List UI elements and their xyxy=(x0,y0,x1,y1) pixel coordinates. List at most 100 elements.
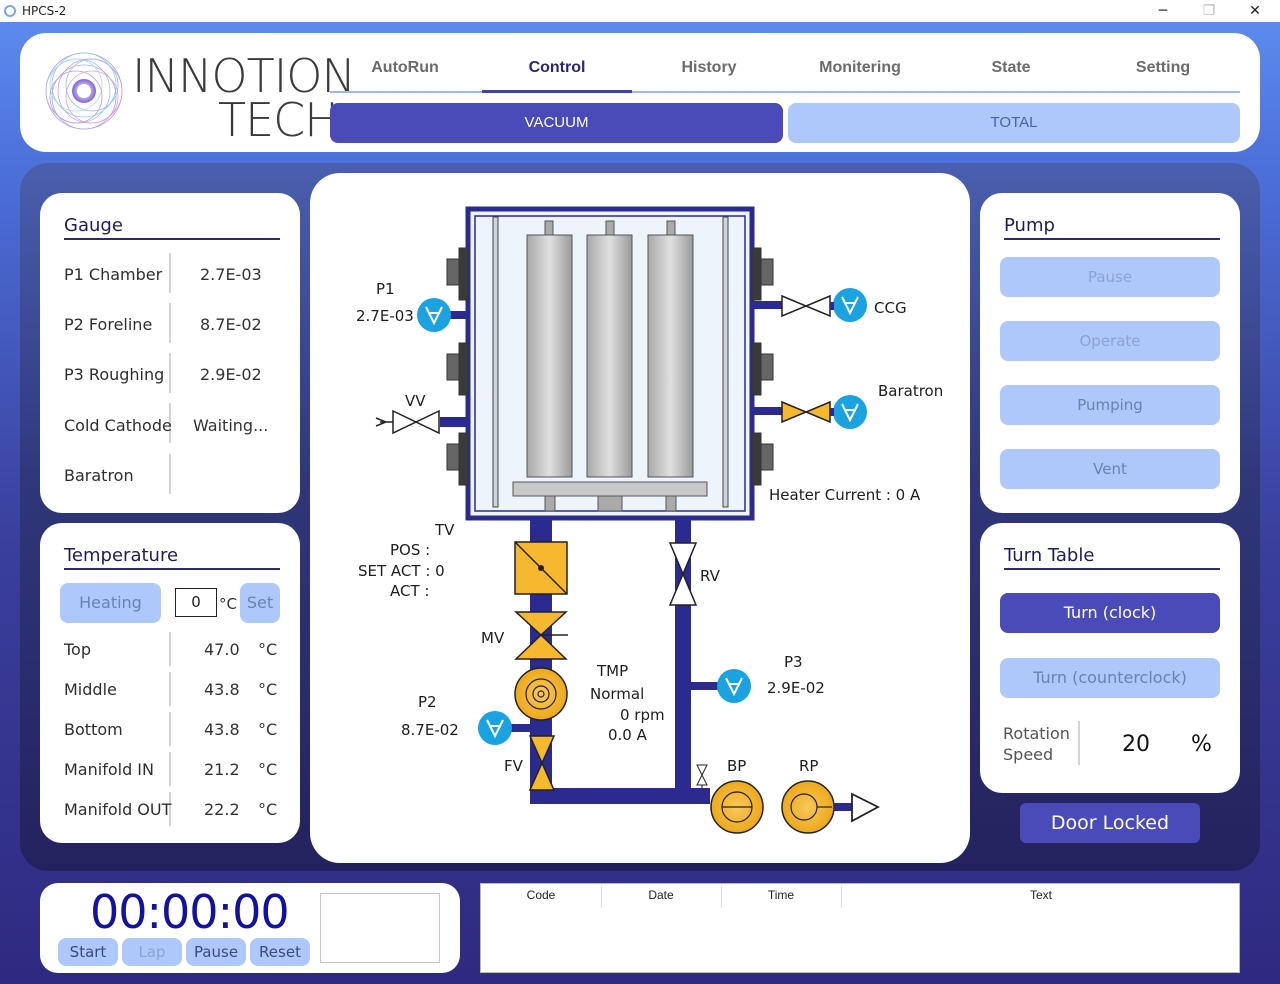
baratron-label: Baratron xyxy=(878,382,943,400)
pump-pause-button[interactable]: Pause xyxy=(1000,257,1220,297)
roughing-valve-icon[interactable] xyxy=(668,542,698,606)
main-valve-icon[interactable] xyxy=(514,611,568,660)
tab-state[interactable]: State xyxy=(936,59,1086,93)
logo-mark-icon xyxy=(45,52,123,130)
tv-pos-readout: POS : xyxy=(390,541,430,559)
tmp-rpm: 0 rpm xyxy=(620,706,665,724)
tab-monitering[interactable]: Monitering xyxy=(785,59,935,93)
gauge-divider xyxy=(169,353,171,393)
gauge-divider xyxy=(169,303,171,343)
temp-divider xyxy=(169,672,171,706)
gauge-card: Gauge P1 Chamber 2.7E-03 P2 Foreline 8.7… xyxy=(40,193,300,513)
maximize-button[interactable]: ❐ xyxy=(1186,0,1232,22)
log-column-text[interactable]: Text xyxy=(841,888,1241,902)
p1-gauge-icon[interactable] xyxy=(417,298,451,332)
p3-label: P3 xyxy=(784,653,803,671)
window-title: HPCS-2 xyxy=(22,4,67,18)
temp-value-top: 47.0 xyxy=(204,640,240,659)
tab-setting[interactable]: Setting xyxy=(1088,59,1238,93)
tab-history[interactable]: History xyxy=(634,59,784,93)
small-purge-valve-icon[interactable] xyxy=(696,764,708,790)
rv-label: RV xyxy=(700,567,721,585)
p3-gauge-icon[interactable] xyxy=(717,669,751,703)
vacuum-diagram-panel: P1 2.7E-03 CCG VV Baratron Heater Curren… xyxy=(310,173,970,863)
temp-unit-manifold-out: °C xyxy=(258,800,278,819)
log-column-code[interactable]: Code xyxy=(481,888,601,902)
rotary-pump-icon[interactable] xyxy=(781,780,835,834)
target-cylinder-1 xyxy=(526,234,573,478)
vacuum-chamber xyxy=(465,206,755,521)
company-logo: INNOTION TECH xyxy=(42,47,356,147)
timer-lap-button[interactable]: Lap xyxy=(122,938,182,966)
turn-clock-button[interactable]: Turn (clock) xyxy=(1000,593,1220,633)
p1-label: P1 xyxy=(376,280,395,298)
gauge-label-baratron: Baratron xyxy=(64,466,134,485)
gauge-value-p2: 8.7E-02 xyxy=(200,315,262,334)
turbo-pump-icon[interactable] xyxy=(514,667,568,721)
p2-gauge-icon[interactable] xyxy=(478,711,512,745)
temperature-set-button[interactable]: Set xyxy=(240,583,280,623)
temp-divider xyxy=(169,632,171,666)
turn-table-plate xyxy=(512,481,708,497)
pump-pumping-button[interactable]: Pumping xyxy=(1000,385,1220,425)
temperature-title: Temperature xyxy=(64,545,280,570)
baratron-valve-icon[interactable] xyxy=(781,400,834,424)
gauge-label-cold-cathode: Cold Cathode xyxy=(64,416,172,435)
temp-unit-manifold-in: °C xyxy=(258,760,278,779)
booster-pump-icon[interactable] xyxy=(710,780,764,834)
gauge-value-p1: 2.7E-03 xyxy=(200,265,262,284)
pump-title: Pump xyxy=(1004,215,1220,240)
pump-vent-button[interactable]: Vent xyxy=(1000,449,1220,489)
window-titlebar: HPCS-2 ─ ❐ ✕ xyxy=(0,0,1280,22)
log-column-date[interactable]: Date xyxy=(601,888,721,902)
close-button[interactable]: ✕ xyxy=(1232,0,1278,22)
tab-autorun[interactable]: AutoRun xyxy=(330,59,480,93)
turn-table-leg xyxy=(544,495,556,512)
turn-table-title: Turn Table xyxy=(1004,545,1220,570)
temp-label-top: Top xyxy=(64,640,91,659)
rotation-speed-value[interactable]: 20 xyxy=(1122,732,1150,757)
baratron-gauge-icon[interactable] xyxy=(833,395,867,429)
pipe-ccg-branch xyxy=(752,301,782,309)
throttle-valve-icon[interactable] xyxy=(514,541,568,595)
rotation-speed-unit: % xyxy=(1191,732,1212,757)
tab-control[interactable]: Control xyxy=(482,59,632,93)
subtab-vacuum[interactable]: VACUUM xyxy=(330,103,783,143)
log-column-time[interactable]: Time xyxy=(721,888,841,902)
temp-unit-bottom: °C xyxy=(258,720,278,739)
heating-button[interactable]: Heating xyxy=(60,583,161,623)
timer-pause-button[interactable]: Pause xyxy=(186,938,246,966)
vent-valve-icon[interactable] xyxy=(375,409,440,435)
temp-label-manifold-in: Manifold IN xyxy=(64,760,154,779)
minimize-button[interactable]: ─ xyxy=(1140,0,1186,22)
app-icon xyxy=(4,5,16,17)
gauge-label-p1: P1 Chamber xyxy=(64,265,163,284)
temp-divider xyxy=(169,712,171,746)
door-status-button[interactable]: Door Locked xyxy=(1020,803,1200,843)
target-cap xyxy=(544,220,554,236)
ccg-valve-icon[interactable] xyxy=(781,294,834,318)
target-cap xyxy=(666,220,676,236)
gauge-title: Gauge xyxy=(64,215,280,240)
turn-counterclock-button[interactable]: Turn (counterclock) xyxy=(1000,658,1220,698)
target-cap xyxy=(605,220,615,236)
timer-reset-button[interactable]: Reset xyxy=(250,938,310,966)
subtab-total[interactable]: TOTAL xyxy=(788,103,1240,143)
gauge-value-cold-cathode: Waiting... xyxy=(193,416,269,435)
rotation-speed-label-line2: Speed xyxy=(1003,745,1054,764)
event-log-table[interactable]: Code Date Time Text xyxy=(480,883,1240,973)
ccg-gauge-icon[interactable] xyxy=(833,288,867,322)
vacuum-diagram: P1 2.7E-03 CCG VV Baratron Heater Curren… xyxy=(356,206,943,834)
lap-list-box[interactable] xyxy=(320,893,440,963)
p3-value: 2.9E-02 xyxy=(767,679,825,697)
tmp-status: Normal xyxy=(590,685,644,703)
timer-start-button[interactable]: Start xyxy=(58,938,118,966)
pump-operate-button[interactable]: Operate xyxy=(1000,321,1220,361)
turn-table-card: Turn Table Turn (clock) Turn (counterclo… xyxy=(980,523,1240,793)
ccg-label: CCG xyxy=(874,299,907,317)
temp-divider xyxy=(169,752,171,786)
gauge-divider xyxy=(169,253,171,293)
exhaust-arrow-icon xyxy=(851,792,880,823)
exhaust-pipe xyxy=(834,803,852,811)
temperature-setpoint-input[interactable]: 0 xyxy=(175,588,217,617)
